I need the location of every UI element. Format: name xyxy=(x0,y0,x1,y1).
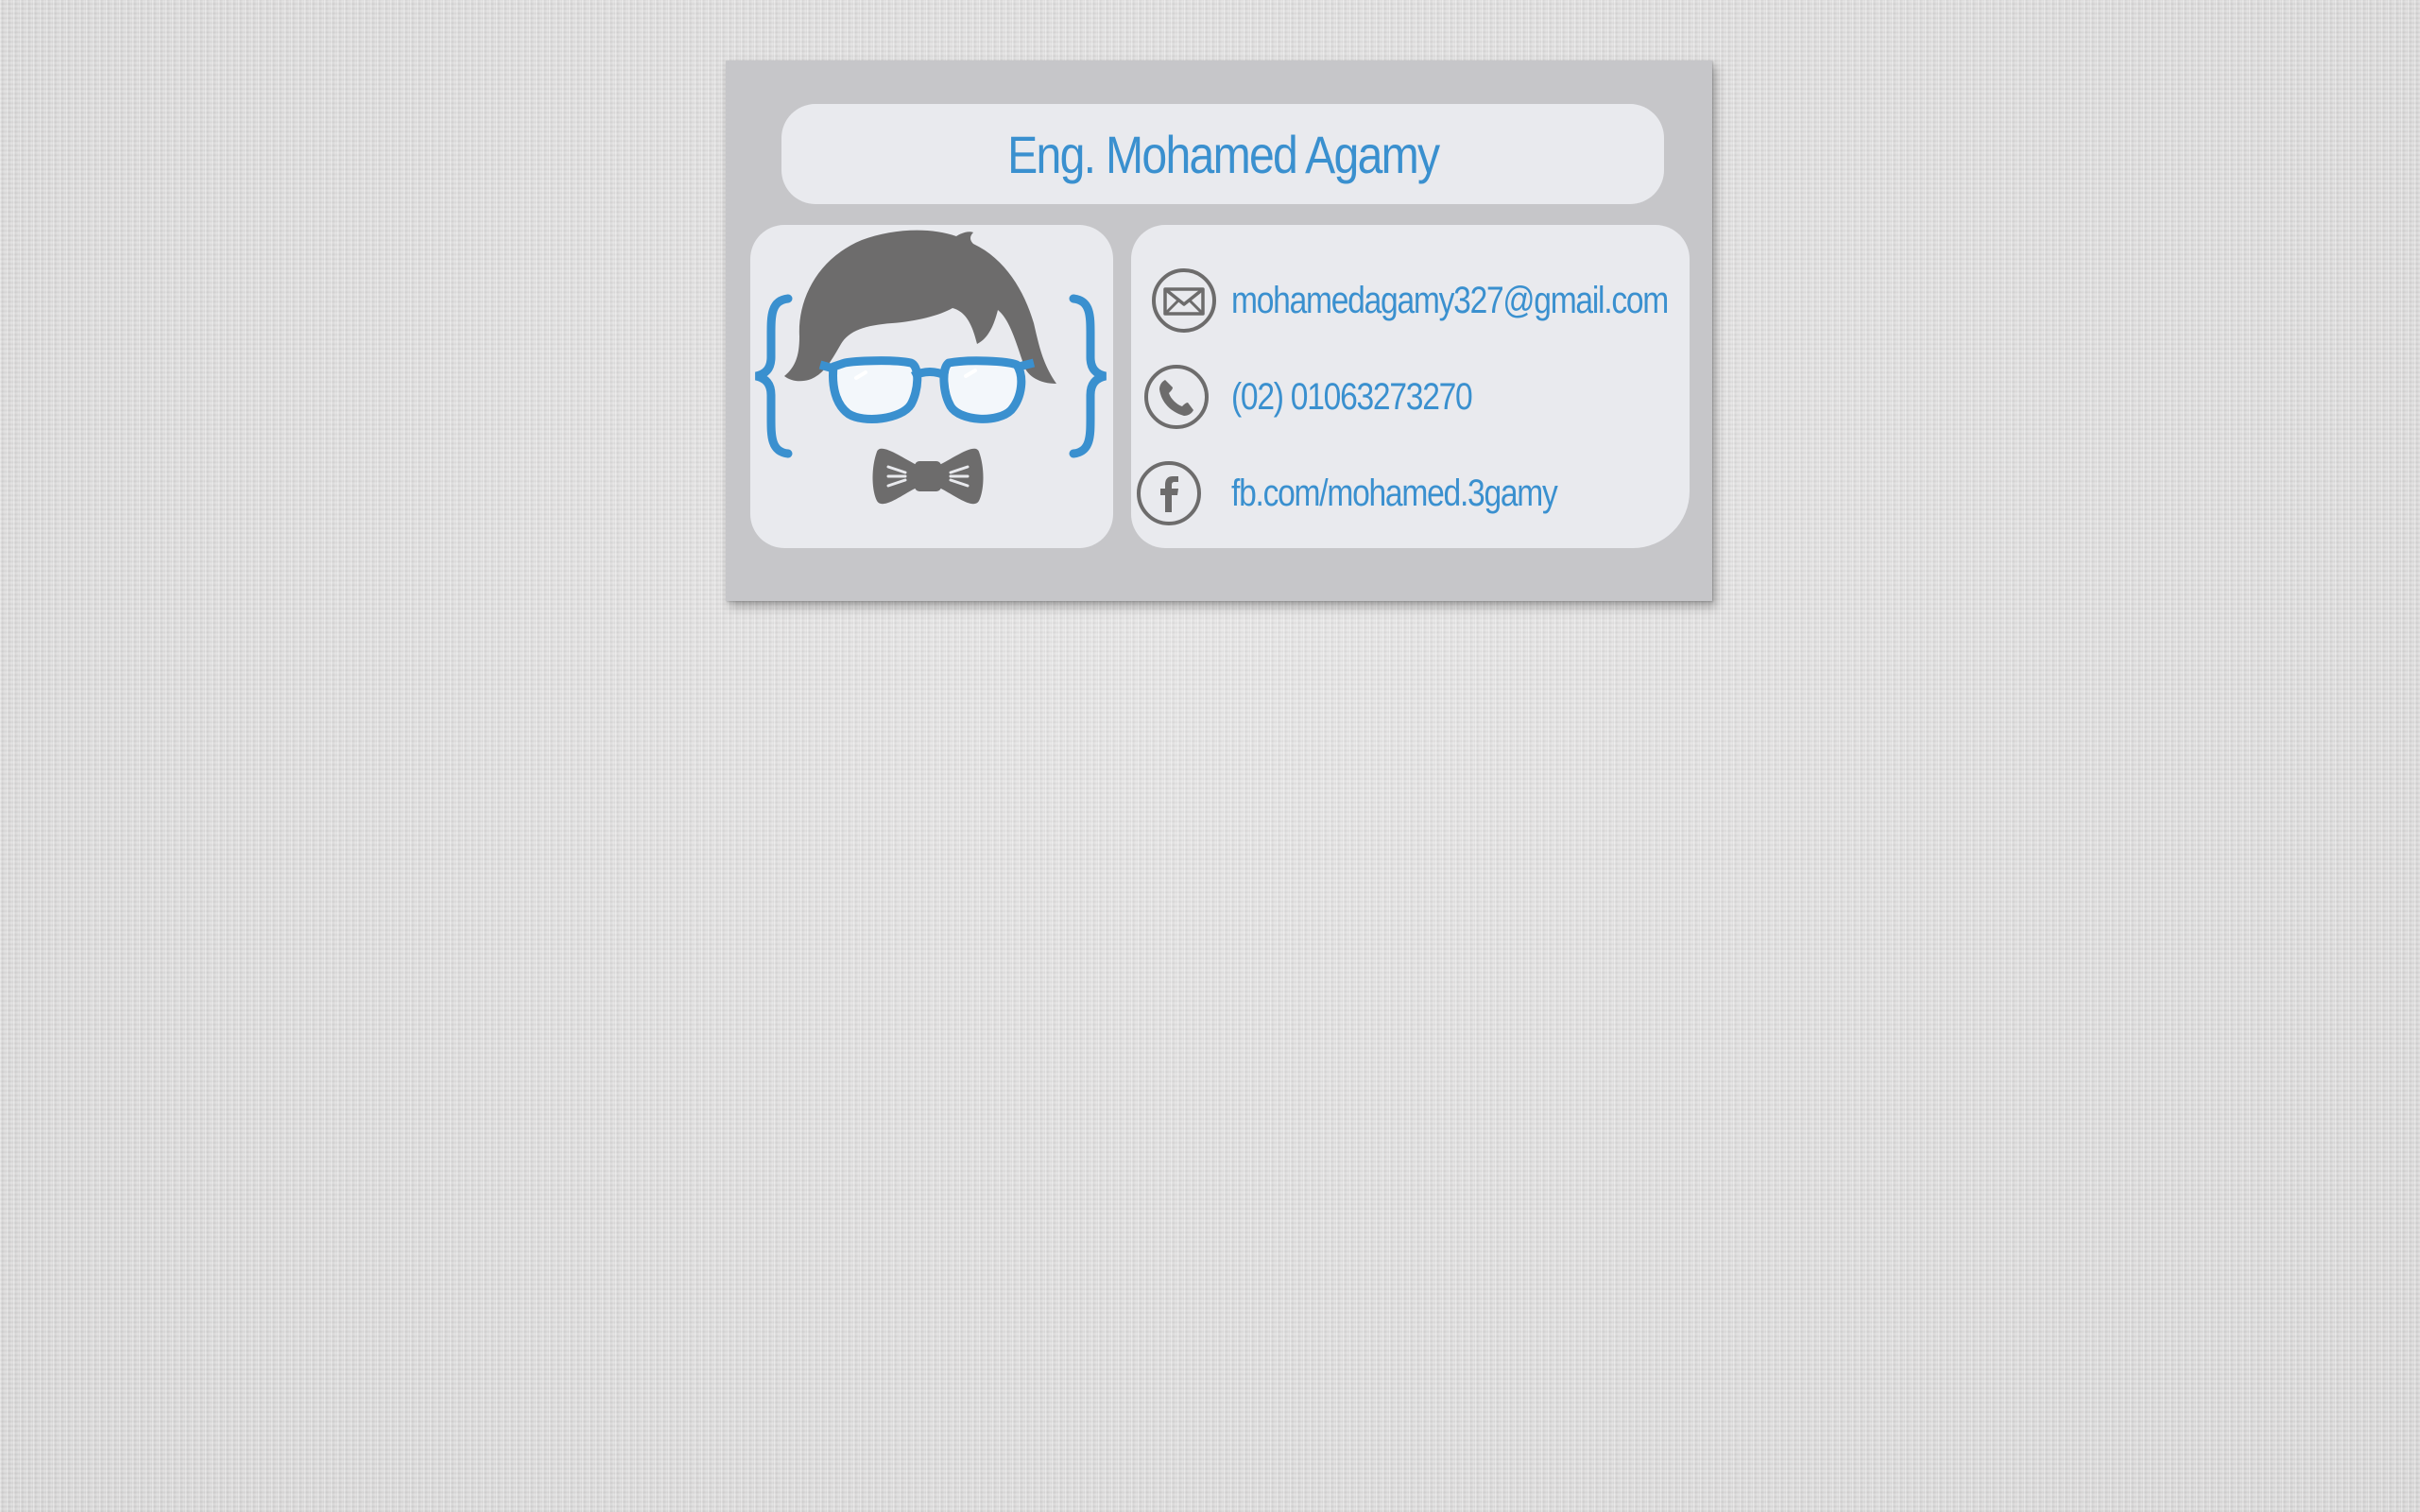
left-brace-icon xyxy=(754,294,793,458)
phone-icon xyxy=(1142,363,1210,431)
nerd-avatar-icon xyxy=(754,230,1107,505)
phone-text[interactable]: (02) 01063273270 xyxy=(1231,376,1473,419)
right-brace-icon xyxy=(1069,294,1107,458)
envelope-icon xyxy=(1150,266,1218,335)
name-panel: Eng. Mohamed Agamy xyxy=(781,104,1664,204)
card-name: Eng. Mohamed Agamy xyxy=(1006,124,1440,184)
avatar-panel xyxy=(750,225,1113,548)
business-card: Eng. Mohamed Agamy mohamedagamy327@gmail… xyxy=(726,60,1712,601)
facebook-text[interactable]: fb.com/mohamed.3gamy xyxy=(1231,472,1558,515)
glasses-icon xyxy=(818,356,1036,423)
contact-panel: mohamedagamy327@gmail.com (02) 010632732… xyxy=(1131,225,1690,548)
facebook-icon xyxy=(1135,459,1203,527)
email-text[interactable]: mohamedagamy327@gmail.com xyxy=(1231,280,1669,322)
